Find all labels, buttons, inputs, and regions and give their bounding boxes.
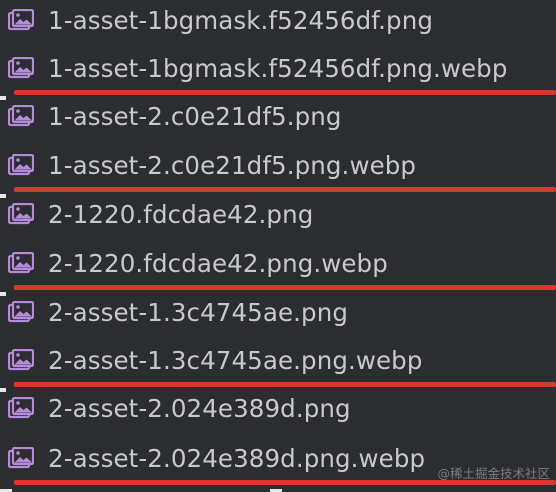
file-row[interactable]: 1-asset-2.c0e21df5.png	[0, 96, 556, 145]
file-name: 2-asset-2.024e389d.png.webp	[48, 444, 426, 473]
file-row[interactable]: 2-1220.fdcdae42.png.webp	[0, 243, 556, 292]
image-file-icon	[8, 9, 34, 33]
edge-mark	[0, 194, 6, 198]
image-file-icon	[8, 301, 34, 325]
watermark: @稀土掘金技术社区	[437, 466, 550, 481]
file-name: 2-asset-2.024e389d.png	[48, 394, 351, 423]
image-file-icon	[8, 349, 34, 373]
edge-mark	[0, 96, 6, 100]
file-name: 1-asset-1bgmask.f52456df.png	[48, 6, 433, 35]
image-file-icon	[8, 252, 34, 276]
highlight-underline	[14, 285, 556, 290]
edge-mark	[0, 292, 6, 296]
file-list: 1-asset-1bgmask.f52456df.png 1-asset-1bg…	[0, 0, 556, 492]
file-name: 1-asset-2.c0e21df5.png.webp	[48, 151, 417, 180]
image-file-icon	[8, 397, 34, 421]
image-file-icon	[8, 57, 34, 81]
image-file-icon	[8, 154, 34, 178]
file-name: 2-1220.fdcdae42.png.webp	[48, 249, 388, 278]
file-name: 2-asset-1.3c4745ae.png	[48, 298, 348, 327]
file-name: 1-asset-1bgmask.f52456df.png.webp	[48, 54, 508, 83]
file-name: 1-asset-2.c0e21df5.png	[48, 102, 342, 131]
file-row[interactable]: 2-asset-2.024e389d.png	[0, 388, 556, 437]
file-row[interactable]: 1-asset-1bgmask.f52456df.png	[0, 0, 556, 49]
file-name: 2-1220.fdcdae42.png	[48, 200, 314, 229]
file-row[interactable]: 2-asset-1.3c4745ae.png.webp	[0, 340, 556, 389]
edge-mark	[0, 388, 6, 392]
file-row[interactable]: 2-1220.fdcdae42.png	[0, 194, 556, 243]
screenshot-root: 1-asset-1bgmask.f52456df.png 1-asset-1bg…	[0, 0, 556, 492]
highlight-underline	[14, 90, 556, 95]
image-file-icon	[8, 105, 34, 129]
image-file-icon	[8, 447, 34, 471]
image-file-icon	[8, 203, 34, 227]
file-row[interactable]: 1-asset-2.c0e21df5.png.webp	[0, 145, 556, 194]
highlight-underline	[14, 187, 556, 192]
file-name: 2-asset-1.3c4745ae.png.webp	[48, 346, 423, 375]
file-row[interactable]: 2-asset-1.3c4745ae.png	[0, 292, 556, 341]
highlight-underline	[14, 382, 556, 387]
file-row[interactable]: 1-asset-1bgmask.f52456df.png.webp	[0, 48, 556, 97]
